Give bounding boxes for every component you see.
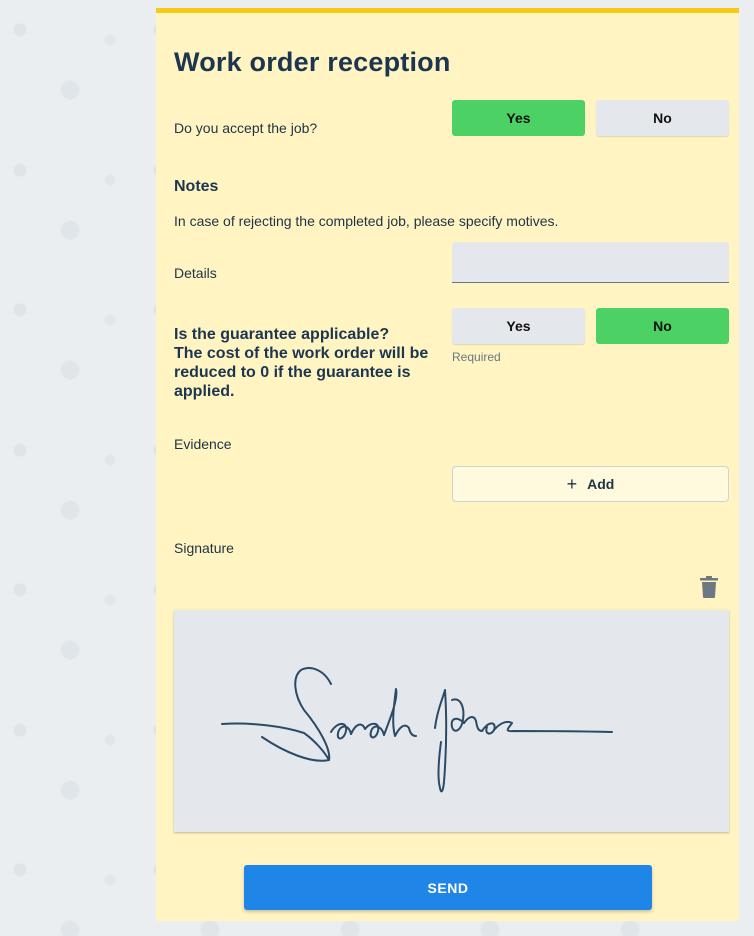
signature-drawing <box>221 667 613 793</box>
guarantee-yes-button[interactable]: Yes <box>452 308 585 344</box>
guarantee-required-helper: Required <box>452 350 501 364</box>
add-evidence-button[interactable]: + Add <box>452 466 729 502</box>
guarantee-question-title: Is the guarantee applicable? <box>174 326 390 343</box>
details-label: Details <box>174 265 217 281</box>
guarantee-question-note: The cost of the work order will be reduc… <box>174 345 429 400</box>
notes-heading: Notes <box>174 178 219 195</box>
add-evidence-label: Add <box>587 476 615 492</box>
accept-job-no-button[interactable]: No <box>596 100 729 136</box>
send-button[interactable]: SEND <box>244 865 652 910</box>
work-order-card: Work order reception Do you accept the j… <box>156 8 739 921</box>
notes-description: In case of rejecting the completed job, … <box>174 213 559 229</box>
evidence-label: Evidence <box>174 436 232 452</box>
plus-icon: + <box>566 474 578 494</box>
guarantee-question: Is the guarantee applicable? The cost of… <box>174 325 429 401</box>
trash-icon[interactable] <box>700 576 718 598</box>
accept-job-yes-button[interactable]: Yes <box>452 100 585 136</box>
details-input[interactable] <box>452 242 729 283</box>
page-title: Work order reception <box>174 47 451 77</box>
guarantee-no-button[interactable]: No <box>596 308 729 344</box>
signature-pad[interactable] <box>174 610 729 832</box>
accept-job-label: Do you accept the job? <box>174 120 318 136</box>
signature-label: Signature <box>174 540 234 556</box>
